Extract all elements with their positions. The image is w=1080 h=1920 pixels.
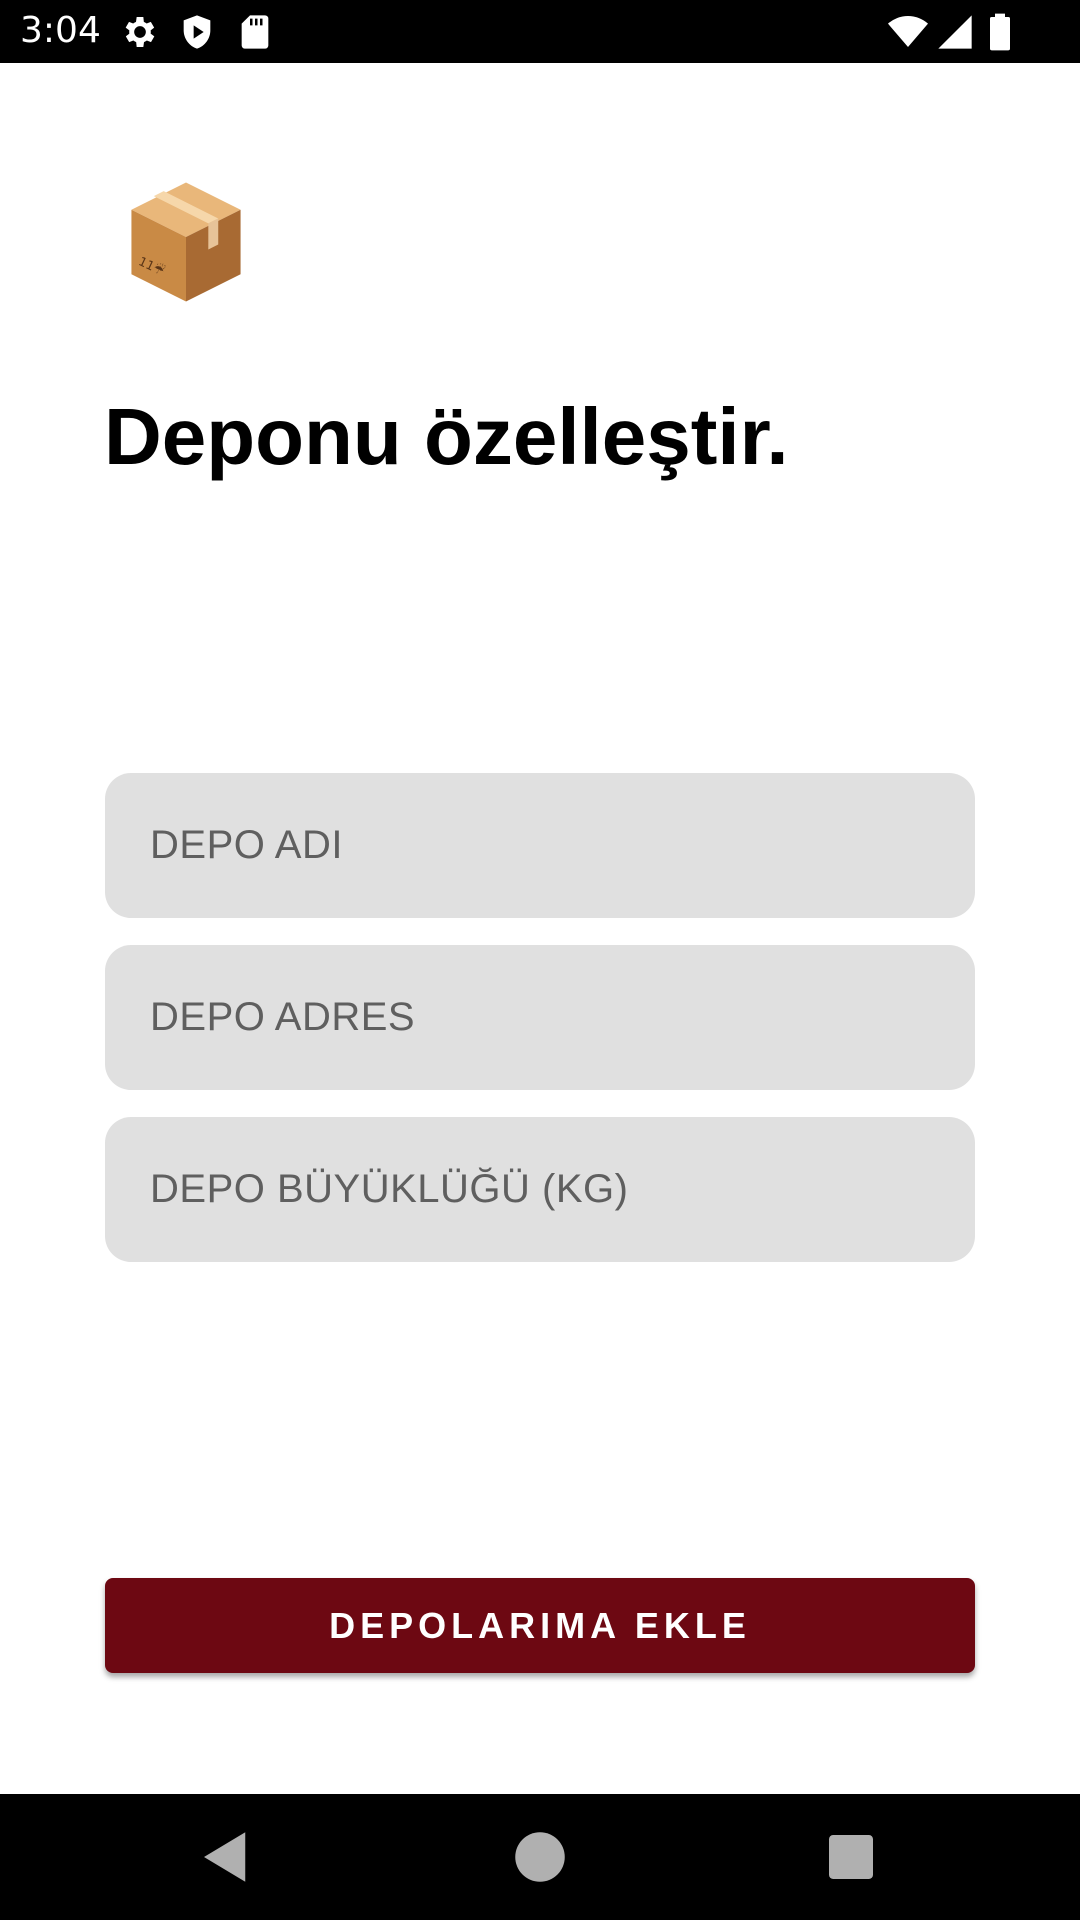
recents-icon[interactable] bbox=[818, 1824, 884, 1890]
package-box-icon: 11☔ bbox=[124, 180, 248, 304]
home-icon[interactable] bbox=[507, 1824, 573, 1890]
page-title: Deponu özelleştir. bbox=[104, 391, 789, 481]
depo-buyuklugu-input[interactable] bbox=[148, 1166, 975, 1213]
navigation-bar bbox=[0, 1794, 1080, 1920]
shield-play-icon bbox=[177, 12, 217, 52]
back-icon[interactable] bbox=[193, 1824, 259, 1890]
status-time: 3:04 bbox=[20, 10, 101, 51]
depo-buyuklugu-field[interactable] bbox=[105, 1117, 975, 1262]
status-bar: 3:04 bbox=[0, 0, 1080, 63]
battery-icon bbox=[980, 12, 1020, 52]
screen: 3:04 11☔ Deponu özelleştir. DEPO ADI DEP… bbox=[0, 0, 1080, 1920]
wifi-icon bbox=[888, 12, 928, 52]
add-to-depots-button[interactable]: DEPOLARIMA EKLE bbox=[105, 1578, 975, 1673]
depo-adres-input[interactable] bbox=[148, 994, 975, 1041]
sd-card-icon bbox=[235, 12, 275, 52]
depo-adres-field[interactable] bbox=[105, 945, 975, 1090]
settings-icon bbox=[120, 12, 160, 52]
cell-signal-icon bbox=[935, 12, 975, 52]
depo-adi-input[interactable] bbox=[148, 822, 975, 869]
depo-adi-field[interactable] bbox=[105, 773, 975, 918]
